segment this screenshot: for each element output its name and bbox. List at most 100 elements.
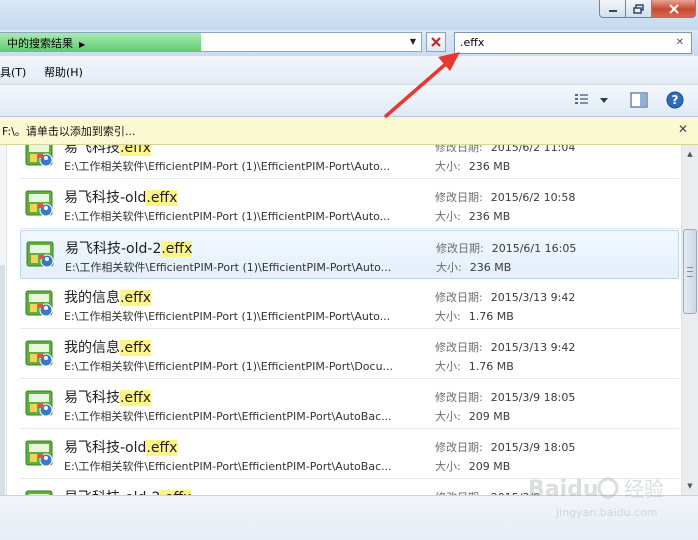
highlighted-extension: .effx	[120, 290, 151, 306]
highlighted-extension: .effx	[146, 190, 178, 206]
clear-search-icon[interactable]: ✕	[676, 37, 684, 48]
file-name[interactable]: 易飞科技.effx	[64, 387, 151, 407]
modified-date: 修改日期: 2015/6/1 16:05	[436, 240, 576, 256]
modified-value: 2015/6/2 11:04	[490, 145, 576, 154]
highlighted-extension: .effx	[120, 390, 151, 406]
effx-file-icon	[26, 241, 54, 268]
svg-text:?: ?	[672, 93, 679, 107]
address-field[interactable]: 中的搜索结果 ▶ ▼	[0, 32, 422, 52]
search-box[interactable]: .effx ✕	[454, 32, 692, 54]
size-label: 大小:	[435, 210, 461, 223]
change-view-button[interactable]	[574, 92, 610, 108]
file-basename: 易飞科技	[64, 145, 120, 156]
file-path: E:\工作相关软件\EfficientPIM-Port (1)\Efficien…	[64, 360, 394, 373]
file-row[interactable]: 易飞科技-old-2.effx修改日期:2015/3/9	[20, 480, 679, 495]
address-bar-row: 中的搜索结果 ▶ ▼ .effx ✕	[0, 30, 698, 56]
file-size: 大小: 209 MB	[435, 458, 510, 474]
menu-help[interactable]: 帮助(H)	[44, 64, 83, 80]
file-name[interactable]: 我的信息.effx	[64, 287, 151, 307]
command-toolbar: ?	[0, 85, 698, 117]
modified-label: 修改日期:	[435, 191, 483, 204]
file-name[interactable]: 我的信息.effx	[64, 337, 151, 357]
file-row[interactable]: 易飞科技-old.effx E:\工作相关软件\EfficientPIM-Port…	[20, 430, 679, 479]
file-row[interactable]: 易飞科技-old-2.effx E:\工作相关软件\EfficientPIM-Po…	[20, 230, 679, 279]
file-row[interactable]: 易飞科技-old.effx E:\工作相关软件\EfficientPIM-Port…	[20, 180, 679, 229]
size-value: 1.76 MB	[468, 360, 514, 373]
file-row[interactable]: 我的信息.effx E:\工作相关软件\EfficientPIM-Port (1)…	[20, 280, 679, 329]
effx-file-icon	[25, 340, 53, 367]
navigation-pane-edge	[0, 145, 7, 495]
file-basename: 易飞科技	[64, 390, 120, 406]
scroll-thumb[interactable]	[683, 229, 697, 314]
file-path: E:\工作相关软件\EfficientPIM-Port (1)\Efficien…	[65, 261, 392, 274]
modified-date: 修改日期: 2015/3/13 9:42	[435, 339, 575, 355]
size-value: 209 MB	[468, 460, 511, 473]
info-bar-close-icon[interactable]: ✕	[678, 122, 688, 136]
file-row[interactable]: 我的信息.effx E:\工作相关软件\EfficientPIM-Port (1)…	[20, 330, 679, 379]
preview-pane-icon[interactable]	[630, 92, 648, 108]
minimize-icon	[608, 9, 617, 12]
restore-icon	[633, 3, 644, 14]
file-size: 大小: 236 MB	[435, 158, 510, 174]
modified-date: 修改日期: 2015/3/9 18:05	[435, 439, 575, 455]
modified-date: 修改日期: 2015/6/2 10:58	[435, 189, 575, 205]
breadcrumb-search-results[interactable]: 中的搜索结果	[7, 37, 73, 50]
views-icon	[575, 94, 588, 104]
file-basename: 易飞科技-old-2	[65, 241, 162, 257]
info-bar-text: F:\。请单击以添加到索引...	[2, 125, 136, 138]
size-label: 大小:	[436, 261, 462, 274]
size-label: 大小:	[435, 460, 461, 473]
file-name[interactable]: 易飞科技-old.effx	[64, 187, 178, 207]
search-results-list: 易飞科技.effx E:\工作相关软件\EfficientPIM-Port (1)…	[7, 145, 681, 495]
modified-label: 修改日期:	[435, 341, 483, 354]
file-size: 大小: 236 MB	[436, 259, 511, 275]
effx-file-icon	[25, 290, 53, 317]
grip-icon	[687, 267, 693, 277]
help-icon[interactable]: ?	[666, 91, 684, 109]
file-name[interactable]: 易飞科技-old-2.effx	[64, 487, 192, 495]
modified-value: 2015/3/9 18:05	[490, 391, 576, 404]
search-input[interactable]: .effx	[460, 36, 484, 49]
menu-bar: 具(T) 帮助(H)	[0, 56, 698, 85]
effx-file-icon	[25, 190, 53, 217]
index-info-bar[interactable]: F:\。请单击以添加到索引... ✕	[0, 117, 698, 145]
highlighted-extension: .effx	[146, 440, 178, 456]
highlighted-extension: .effx	[161, 241, 193, 257]
file-basename: 易飞科技-old	[64, 440, 147, 456]
file-name[interactable]: 易飞科技.effx	[64, 145, 151, 157]
modified-date: 修改日期: 2015/6/2 11:04	[435, 145, 575, 155]
file-row[interactable]: 易飞科技.effx E:\工作相关软件\EfficientPIM-Port (1)…	[20, 145, 679, 179]
effx-file-icon	[25, 440, 53, 467]
size-value: 236 MB	[469, 261, 512, 274]
close-window-button[interactable]	[652, 0, 696, 18]
modified-date: 修改日期: 2015/3/13 9:42	[435, 289, 575, 305]
minimize-button[interactable]	[599, 0, 626, 18]
file-name[interactable]: 易飞科技-old-2.effx	[65, 238, 193, 258]
nav-pane-scrollbar[interactable]	[0, 265, 5, 495]
results-scrollbar[interactable]: ▲ ▼	[681, 145, 698, 495]
highlighted-extension: .effx	[120, 340, 151, 356]
modified-label: 修改日期:	[435, 441, 483, 454]
size-label: 大小:	[435, 310, 461, 323]
scroll-up-button[interactable]: ▲	[683, 146, 697, 162]
title-bar	[0, 0, 698, 30]
file-name[interactable]: 易飞科技-old.effx	[64, 437, 178, 457]
scroll-down-button[interactable]: ▼	[683, 478, 697, 494]
maximize-button[interactable]	[626, 0, 652, 18]
modified-value: 2015/3/9 18:05	[490, 441, 576, 454]
chevron-down-icon[interactable]	[597, 93, 610, 107]
file-size: 大小: 1.76 MB	[435, 358, 514, 374]
file-basename: 易飞科技-old	[64, 190, 147, 206]
details-pane	[0, 495, 698, 540]
file-row[interactable]: 易飞科技.effx E:\工作相关软件\EfficientPIM-Port\Eff…	[20, 380, 679, 429]
file-path: E:\工作相关软件\EfficientPIM-Port (1)\Efficien…	[64, 210, 391, 223]
modified-date: 修改日期: 2015/3/9 18:05	[435, 389, 575, 405]
size-label: 大小:	[435, 160, 461, 173]
size-value: 1.76 MB	[468, 310, 514, 323]
close-icon	[668, 3, 679, 14]
breadcrumb-chevron-icon[interactable]: ▶	[79, 40, 85, 49]
effx-file-icon	[25, 390, 53, 417]
size-value: 236 MB	[468, 210, 511, 223]
menu-tools[interactable]: 具(T)	[0, 64, 26, 80]
modified-label: 修改日期:	[435, 291, 483, 304]
